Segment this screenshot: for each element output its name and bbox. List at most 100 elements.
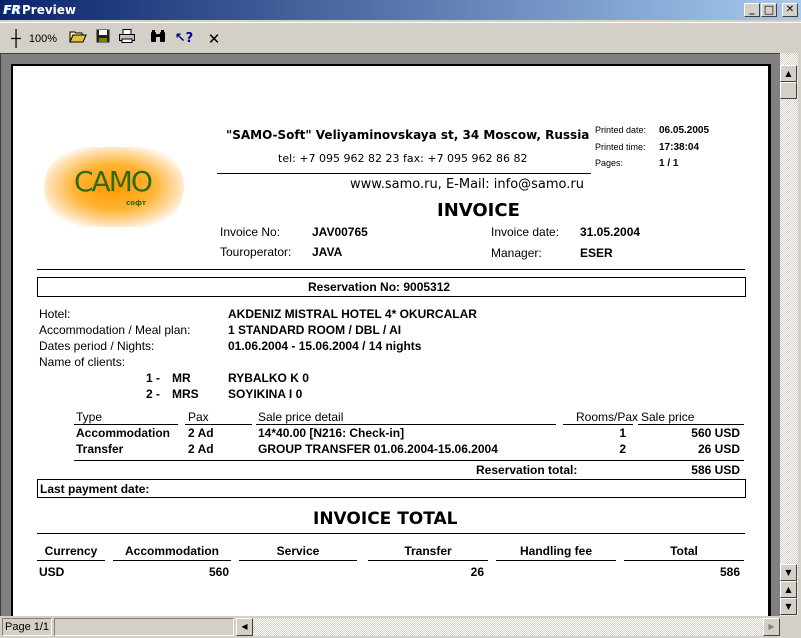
find-icon[interactable] — [149, 29, 167, 49]
help-icon[interactable]: ↖? — [173, 29, 195, 49]
touroperator-label: Touroperator: — [220, 245, 292, 259]
company-address: "SAMO-Soft" Veliyaminovskaya st, 34 Mosc… — [226, 128, 590, 142]
maximize-button[interactable]: □ — [761, 3, 777, 17]
accommodation-value: 1 STANDARD ROOM / DBL / AI — [228, 323, 402, 337]
row-detail: 14*40.00 [N216: Check-in] — [258, 426, 405, 440]
floppy-disk-icon — [96, 29, 110, 43]
col-detail: Sale price detail — [258, 410, 344, 424]
reservation-total: 586 USD — [691, 463, 740, 477]
client-number: 1 - — [146, 371, 161, 385]
row-pax: 2 Ad — [188, 442, 214, 456]
print-icon[interactable] — [117, 29, 137, 49]
invoice-no: JAV00765 — [312, 225, 368, 239]
page-up-button[interactable]: ▲ — [780, 581, 797, 598]
client-name: SOYIKINA I 0 — [228, 387, 303, 401]
total-col-total: Total — [670, 544, 698, 558]
close-preview-icon[interactable]: ✕ — [205, 29, 223, 49]
client-title: MR — [172, 371, 191, 385]
dates-value: 01.06.2004 - 15.06.2004 / 14 nights — [228, 339, 422, 353]
last-payment-box: Last payment date: — [37, 479, 746, 498]
zoom-level[interactable]: 100% — [27, 29, 59, 49]
horizontal-scrollbar[interactable]: ◀ ▶ — [236, 618, 780, 636]
company-web-email: www.samo.ru, E-Mail: info@samo.ru — [350, 177, 584, 192]
total-grand: 586 — [719, 565, 740, 579]
printer-icon — [119, 29, 135, 43]
invoice-title: INVOICE — [437, 200, 520, 221]
row-rooms: 2 — [619, 442, 626, 456]
toolbar: ┼ 100% ↖? ✕ — [0, 22, 801, 52]
client-title: MRS — [172, 387, 199, 401]
page-down-button[interactable]: ▼ — [780, 598, 797, 615]
reservation-box: Reservation No: 9005312 — [37, 277, 746, 297]
title-bar: FR Preview _ □ ✕ — [0, 0, 801, 20]
pages-label: Pages: — [595, 158, 624, 168]
total-currency: USD — [39, 565, 65, 579]
vertical-scrollbar[interactable]: ▲ ▼ ▲ ▼ — [780, 53, 798, 616]
manager: ESER — [580, 246, 613, 260]
hotel-value: AKDENIZ MISTRAL HOTEL 4* OKURCALAR — [228, 307, 477, 321]
invoice-date-label: Invoice date: — [491, 225, 560, 239]
total-col-service: Service — [276, 544, 320, 558]
preview-window: FR Preview _ □ ✕ ┼ 100% ↖? ✕ CAMO софт "… — [0, 0, 801, 638]
scroll-right-button[interactable]: ▶ — [763, 618, 780, 636]
row-price: 560 USD — [691, 426, 740, 440]
scroll-up-button[interactable]: ▲ — [780, 65, 797, 82]
printed-time-label: Printed time: — [595, 142, 646, 152]
row-rooms: 1 — [619, 426, 626, 440]
row-detail: GROUP TRANSFER 01.06.2004-15.06.2004 — [258, 442, 498, 456]
row-price: 26 USD — [697, 442, 740, 456]
total-accommodation: 560 — [208, 565, 229, 579]
close-button[interactable]: ✕ — [782, 3, 798, 17]
open-folder-icon — [69, 31, 87, 43]
pages-value: 1 / 1 — [659, 158, 679, 169]
company-phone: tel: +7 095 962 82 23 fax: +7 095 962 86… — [278, 152, 528, 165]
row-type: Transfer — [76, 442, 124, 456]
header-divider — [217, 173, 591, 174]
status-panel — [54, 618, 234, 636]
touroperator: JAVA — [312, 245, 343, 259]
col-type: Type — [76, 410, 103, 424]
scroll-thumb[interactable] — [780, 82, 797, 99]
zoom-icon[interactable]: ┼ — [8, 29, 24, 49]
reservation-total-label: Reservation total: — [476, 463, 578, 477]
dates-label: Dates period / Nights: — [39, 339, 155, 353]
invoice-date: 31.05.2004 — [580, 225, 641, 239]
page-indicator: Page 1/1 — [2, 618, 52, 636]
window-title: Preview — [22, 3, 77, 17]
binoculars-icon — [151, 30, 165, 42]
col-price: Sale price — [641, 410, 695, 424]
preview-viewport: CAMO софт "SAMO-Soft" Veliyaminovskaya s… — [0, 53, 780, 624]
row-pax: 2 Ad — [188, 426, 214, 440]
logo-subtext: софт — [126, 199, 146, 207]
col-rooms: Rooms/Pax — [576, 410, 639, 424]
accommodation-label: Accommodation / Meal plan: — [39, 323, 191, 337]
table-divider — [74, 460, 744, 461]
app-icon: FR — [3, 3, 21, 17]
client-number: 2 - — [146, 387, 161, 401]
clients-label: Name of clients: — [39, 355, 126, 369]
minimize-button[interactable]: _ — [744, 3, 760, 17]
total-col-handling: Handling fee — [519, 544, 592, 558]
logo-text: CAMO — [74, 165, 153, 198]
reservation-number: Reservation No: 9005312 — [308, 280, 451, 294]
total-col-currency: Currency — [44, 544, 98, 558]
printed-time: 17:38:04 — [659, 142, 700, 153]
section-divider — [37, 269, 745, 270]
company-logo: CAMO софт — [44, 147, 184, 227]
last-payment-label: Last payment date: — [40, 482, 150, 496]
invoice-total-title: INVOICE TOTAL — [313, 509, 458, 529]
col-pax: Pax — [188, 410, 209, 424]
hotel-label: Hotel: — [39, 307, 71, 321]
open-icon[interactable] — [68, 29, 88, 49]
scroll-left-button[interactable]: ◀ — [236, 618, 253, 636]
total-transfer: 26 — [470, 565, 484, 579]
printed-date: 06.05.2005 — [659, 125, 710, 136]
save-icon[interactable] — [94, 29, 112, 49]
row-type: Accommodation — [76, 426, 171, 440]
scroll-down-button[interactable]: ▼ — [780, 564, 797, 581]
status-bar: Page 1/1 ◀ ▶ — [0, 616, 801, 638]
manager-label: Manager: — [491, 246, 542, 260]
printed-date-label: Printed date: — [595, 125, 647, 135]
invoice-no-label: Invoice No: — [220, 225, 281, 239]
total-col-transfer: Transfer — [404, 544, 452, 558]
